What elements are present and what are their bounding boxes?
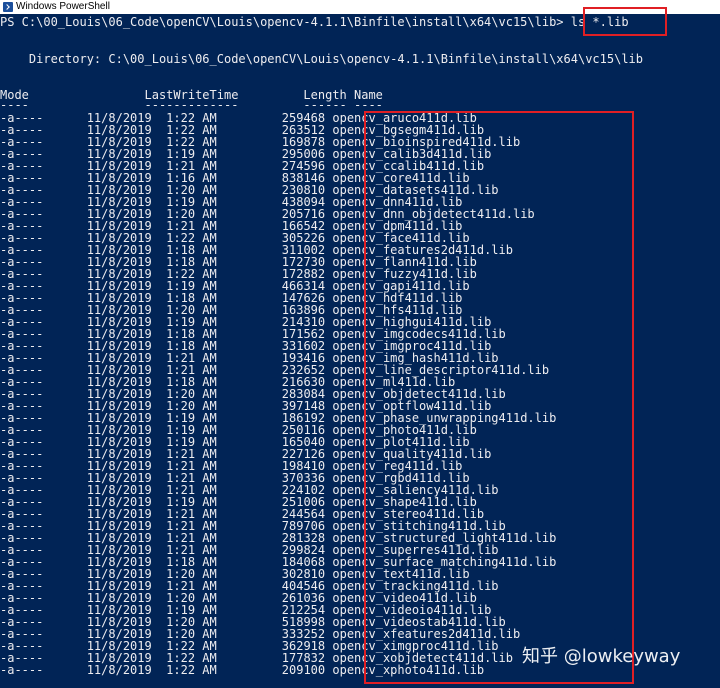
cell-time: 1:22 AM <box>151 663 217 677</box>
cell-length: 209100 <box>216 663 326 677</box>
cell-date: 11/8/2019 <box>43 663 152 677</box>
prompt-line: PS C:\00_Louis\06_Code\openCV\Louis\open… <box>0 16 629 28</box>
command-highlight-box <box>583 7 667 36</box>
window-title: Windows PowerShell <box>16 1 110 12</box>
watermark: 知乎 @lowkeyway <box>522 646 681 667</box>
powershell-icon <box>3 2 13 12</box>
column-underline: ---- ------------- ------ ---- <box>0 98 383 112</box>
prompt-path: PS C:\00_Louis\06_Code\openCV\Louis\open… <box>0 15 571 29</box>
cell-mode: -a---- <box>0 663 44 677</box>
names-highlight-box <box>364 111 634 684</box>
directory-line: Directory: C:\00_Louis\06_Code\openCV\Lo… <box>0 52 643 66</box>
